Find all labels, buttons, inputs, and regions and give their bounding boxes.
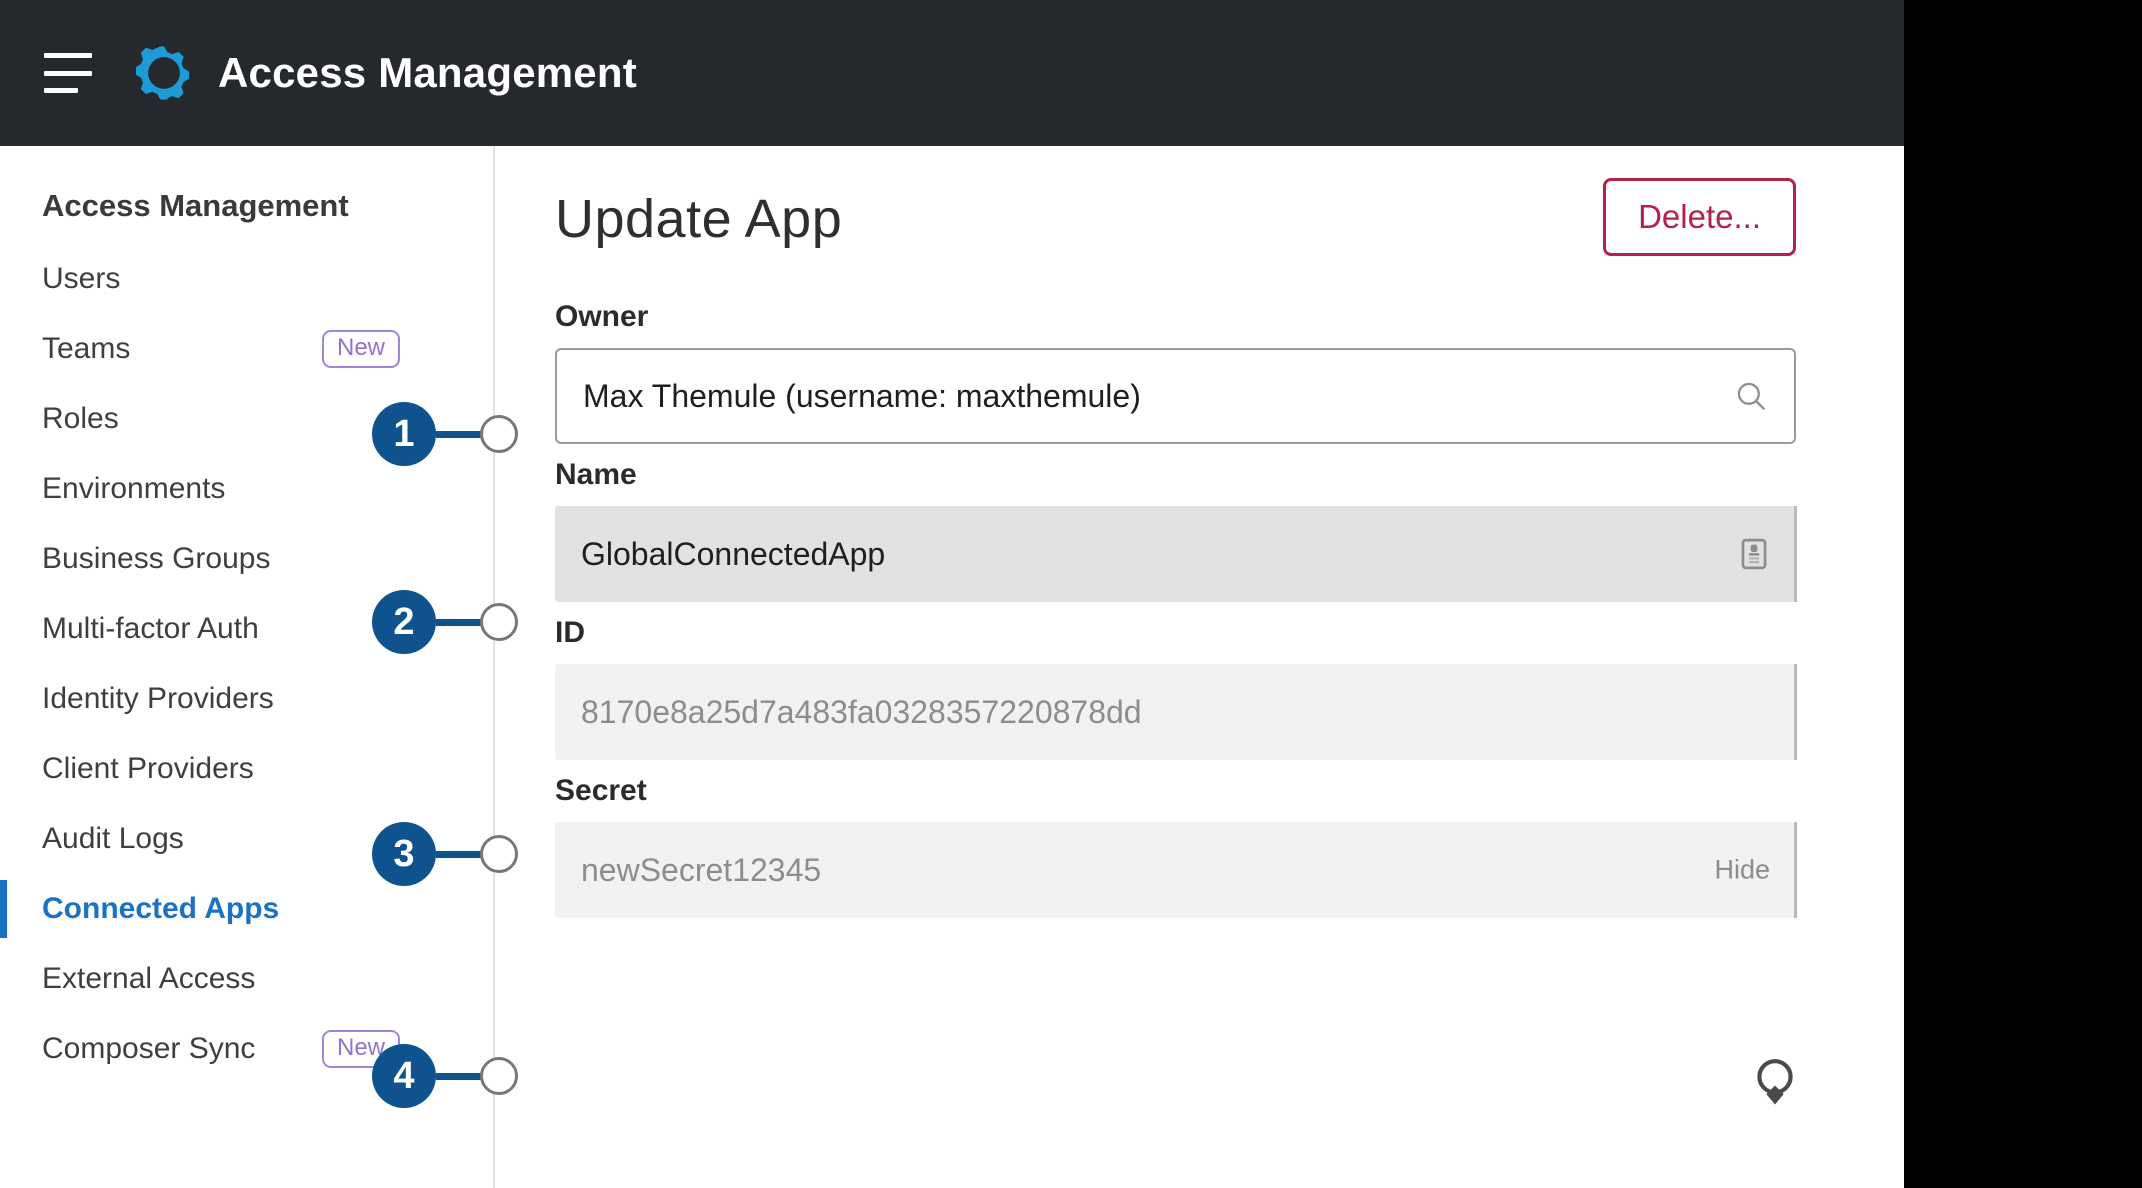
- sidebar-item-identity-providers[interactable]: Identity Providers: [0, 664, 493, 734]
- sidebar-item-client-providers[interactable]: Client Providers: [0, 734, 493, 804]
- callout-number: 4: [372, 1044, 436, 1108]
- sidebar-item-label: Connected Apps: [42, 892, 280, 925]
- sidebar-item-label: Multi-factor Auth: [42, 612, 259, 645]
- field-group-id: ID 8170e8a25d7a483fa0328357220878dd: [555, 616, 1797, 760]
- callout-number: 2: [372, 590, 436, 654]
- hamburger-menu-icon[interactable]: [44, 53, 92, 93]
- callout-marker-4: 4: [372, 1044, 518, 1108]
- top-app-bar: Access Management: [0, 0, 1904, 146]
- sidebar-item-label: Roles: [42, 402, 119, 435]
- callout-number: 1: [372, 402, 436, 466]
- sidebar-item-label: Audit Logs: [42, 822, 184, 855]
- sidebar-heading: Access Management: [42, 188, 349, 223]
- secret-field[interactable]: newSecret12345 Hide: [555, 822, 1797, 918]
- callout-marker-1: 1: [372, 402, 518, 466]
- new-badge: New: [322, 330, 401, 368]
- id-label: ID: [555, 616, 585, 649]
- sidebar-item-label: Business Groups: [42, 542, 271, 575]
- sidebar-item-label: Users: [42, 262, 121, 295]
- callout-marker-2: 2: [372, 590, 518, 654]
- field-group-secret: Secret newSecret12345 Hide: [555, 774, 1797, 918]
- id-field[interactable]: 8170e8a25d7a483fa0328357220878dd: [555, 664, 1797, 760]
- callout-marker-3: 3: [372, 822, 518, 886]
- hamburger-bar: [44, 88, 78, 93]
- owner-label: Owner: [555, 300, 649, 333]
- sidebar-item-label: Environments: [42, 472, 226, 505]
- app-title: Access Management: [218, 49, 637, 96]
- name-field[interactable]: GlobalConnectedApp: [555, 506, 1797, 602]
- callout-target-ring: [480, 415, 518, 453]
- sidebar-item-external-access[interactable]: External Access: [0, 944, 493, 1014]
- sidebar-item-teams[interactable]: Teams New: [0, 314, 493, 384]
- owner-field[interactable]: Max Themule (username: maxthemule): [555, 348, 1796, 444]
- page-title: Update App: [555, 189, 843, 249]
- sidebar-item-label: External Access: [42, 962, 256, 995]
- search-icon[interactable]: [1734, 379, 1768, 413]
- application-window: Access Management Access Management User…: [0, 0, 1904, 1188]
- page-header: Update App Delete...: [555, 178, 1796, 286]
- field-group-name: Name GlobalConnectedApp: [555, 458, 1797, 602]
- name-label: Name: [555, 458, 637, 491]
- secret-label: Secret: [555, 774, 647, 807]
- sidebar-navigation: Access Management Users Teams New Roles …: [0, 146, 495, 1188]
- hide-secret-toggle[interactable]: Hide: [1714, 855, 1770, 886]
- hamburger-bar: [44, 70, 92, 76]
- callout-target-ring: [480, 603, 518, 641]
- delete-button[interactable]: Delete...: [1603, 178, 1796, 256]
- sidebar-item-business-groups[interactable]: Business Groups: [0, 524, 493, 594]
- sidebar-item-label: Client Providers: [42, 752, 254, 785]
- owner-value: Max Themule (username: maxthemule): [583, 377, 1141, 414]
- sidebar-item-label: Teams: [42, 332, 131, 365]
- sidebar-item-users[interactable]: Users: [0, 244, 493, 314]
- name-value: GlobalConnectedApp: [581, 535, 886, 572]
- sidebar-item-label: Composer Sync: [42, 1032, 256, 1065]
- id-value: 8170e8a25d7a483fa0328357220878dd: [581, 693, 1142, 730]
- hamburger-bar: [44, 53, 92, 58]
- sidebar-item-label: Identity Providers: [42, 682, 274, 715]
- main-content: Update App Delete... Owner Max Themule (…: [497, 146, 1904, 1188]
- callout-target-ring: [480, 835, 518, 873]
- callout-target-ring: [480, 1057, 518, 1095]
- copy-to-clipboard-icon[interactable]: [1738, 537, 1770, 571]
- callout-number: 3: [372, 822, 436, 886]
- secret-value: newSecret12345: [581, 851, 822, 888]
- gear-icon: [136, 45, 192, 101]
- field-group-owner: Owner Max Themule (username: maxthemule): [555, 300, 1796, 444]
